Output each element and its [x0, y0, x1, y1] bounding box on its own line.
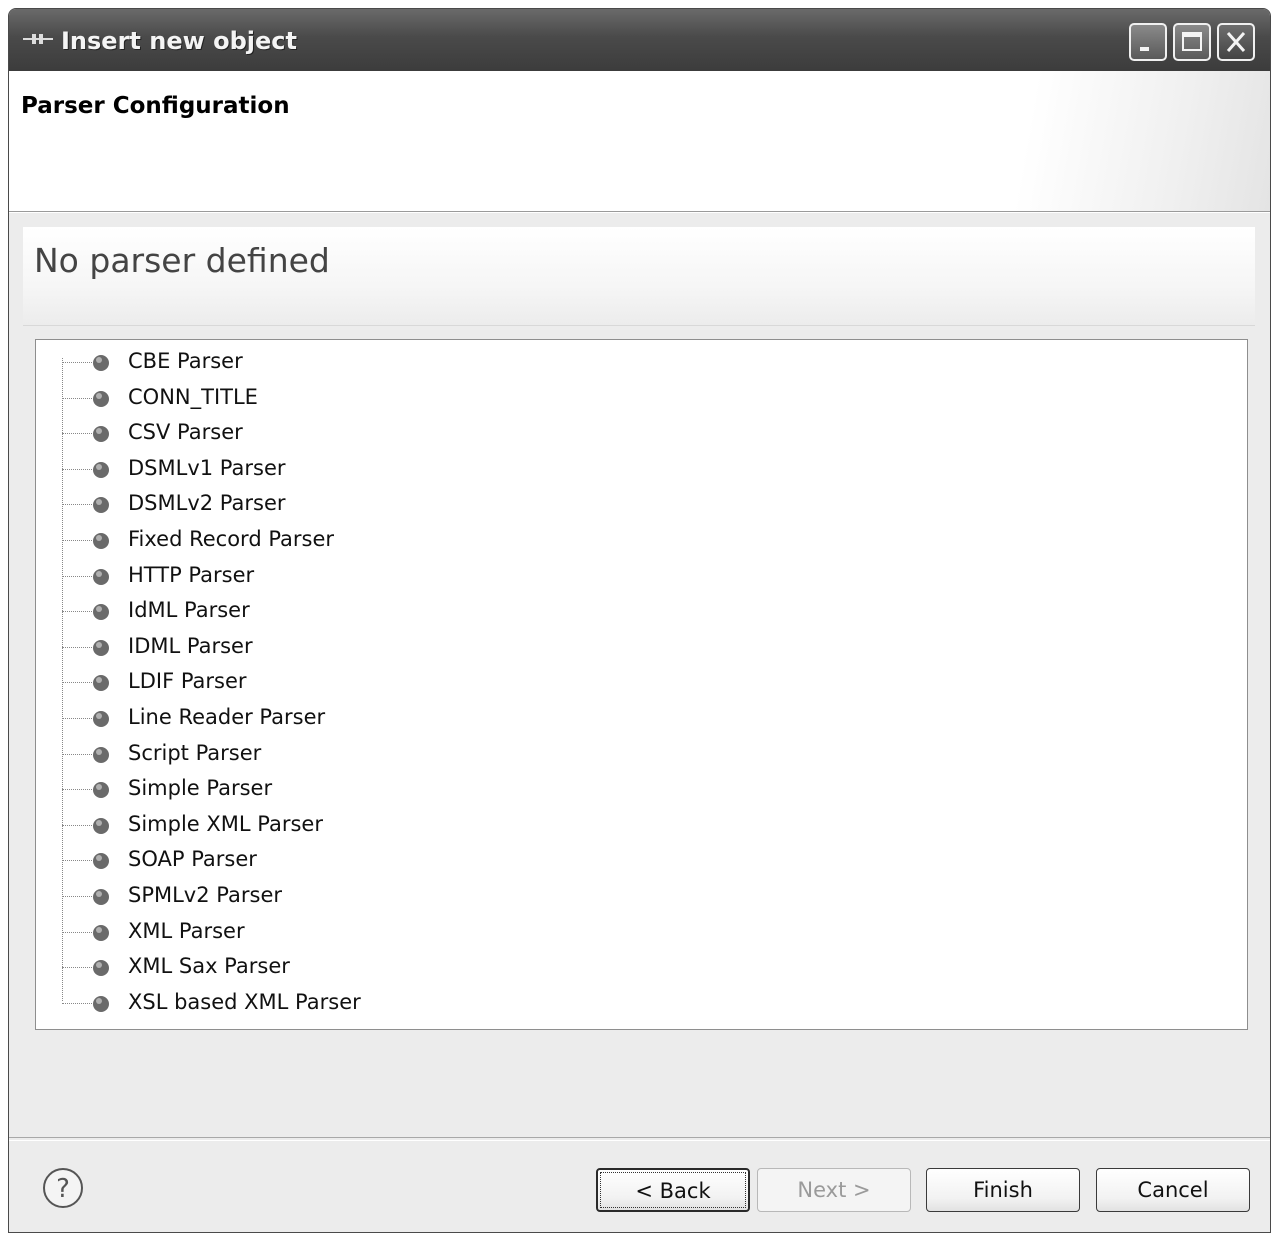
tree-item-label: Fixed Record Parser: [128, 527, 335, 551]
tree-item-xml-parser[interactable]: XML Parser: [36, 915, 636, 949]
close-icon: [1226, 32, 1246, 52]
component-bullet-icon: [93, 497, 109, 514]
parser-tree[interactable]: CBE Parser CONN_TITLE CSV Parser DSMLv1 …: [35, 339, 1248, 1030]
component-bullet-icon: [93, 461, 109, 478]
tree-branch: [62, 931, 92, 933]
tree-item-idml-upper-parser[interactable]: IDML Parser: [36, 630, 636, 664]
tree-item-xml-sax-parser[interactable]: XML Sax Parser: [36, 950, 636, 984]
tree-item-dsmlv2-parser[interactable]: DSMLv2 Parser: [36, 487, 636, 521]
component-bullet-icon: [93, 782, 109, 799]
tree-branch: [62, 860, 92, 862]
tree-item-simple-xml-parser[interactable]: Simple XML Parser: [36, 808, 636, 842]
tree-item-simple-parser[interactable]: Simple Parser: [36, 772, 636, 806]
tree-branch: [62, 362, 92, 363]
tree-branch: [62, 824, 92, 826]
tree-branch: [62, 611, 92, 613]
component-bullet-icon: [93, 746, 109, 763]
next-button[interactable]: Next >: [757, 1168, 911, 1212]
component-bullet-icon: [93, 675, 109, 692]
form-heading: No parser defined: [23, 227, 1255, 326]
tree-branch: [62, 504, 92, 506]
tree-item-xsl-based-xml-parser[interactable]: XSL based XML Parser: [36, 986, 636, 1020]
tree-item-label: LDIF Parser: [128, 669, 247, 694]
maximize-button[interactable]: [1173, 23, 1211, 61]
component-bullet-icon: [93, 604, 109, 621]
tree-item-label: XSL based XML Parser: [128, 989, 361, 1014]
tree-branch: [62, 575, 92, 577]
form-heading-text: No parser defined: [34, 241, 330, 280]
tree-item-label: IdML Parser: [128, 598, 250, 623]
component-bullet-icon: [93, 390, 109, 407]
tree-branch: [62, 397, 92, 399]
tree-item-label: Line Reader Parser: [128, 705, 326, 729]
component-bullet-icon: [93, 426, 109, 443]
tree-item-http-parser[interactable]: HTTP Parser: [36, 559, 636, 593]
tree-item-label: DSMLv1 Parser: [128, 455, 286, 480]
component-bullet-icon: [93, 889, 109, 905]
tree-item-script-parser[interactable]: Script Parser: [36, 737, 636, 771]
tree-item-label: Script Parser: [128, 740, 262, 765]
tree-branch: [62, 682, 92, 684]
cancel-button[interactable]: Cancel: [1096, 1168, 1250, 1212]
maximize-icon: [1182, 32, 1202, 51]
title-bar[interactable]: Insert new object: [9, 9, 1270, 71]
tree-item-fixed-record-parser[interactable]: Fixed Record Parser: [36, 523, 636, 557]
wizard-header: Parser Configuration: [9, 71, 1270, 212]
tree-branch: [62, 718, 92, 719]
component-bullet-icon: [93, 853, 109, 870]
tree-item-spmlv2-parser[interactable]: SPMLv2 Parser: [36, 879, 636, 913]
tree-item-conn-title[interactable]: CONN_TITLE: [36, 381, 636, 415]
tree-item-dsmlv1-parser[interactable]: DSMLv1 Parser: [36, 452, 636, 486]
minimize-button[interactable]: [1129, 23, 1167, 61]
back-button[interactable]: < Back: [596, 1168, 750, 1212]
header-divider: [9, 212, 1270, 213]
tree-item-line-reader-parser[interactable]: Line Reader Parser: [36, 701, 636, 735]
tree-item-label: XML Sax Parser: [128, 954, 290, 979]
tree-branch: [62, 753, 92, 755]
tree-item-ldif-parser[interactable]: LDIF Parser: [36, 665, 636, 699]
component-bullet-icon: [93, 568, 109, 585]
tree-branch: [62, 789, 92, 791]
component-bullet-icon: [93, 533, 109, 549]
wizard-page-title: Parser Configuration: [21, 93, 290, 119]
tree-item-label: CONN_TITLE: [128, 384, 258, 409]
tree-item-label: IDML Parser: [128, 633, 253, 658]
help-icon[interactable]: ?: [41, 1166, 85, 1210]
tree-item-label: SPMLv2 Parser: [128, 883, 282, 907]
insert-object-dialog: Insert new object Parser Configuration N…: [8, 8, 1271, 1233]
svg-text:?: ?: [56, 1174, 70, 1204]
tree-item-soap-parser[interactable]: SOAP Parser: [36, 843, 636, 877]
tree-branch: [62, 540, 92, 541]
tree-item-label: CBE Parser: [128, 349, 243, 373]
tree-branch: [62, 468, 92, 470]
tree-item-label: CSV Parser: [128, 420, 243, 445]
tree-item-label: XML Parser: [128, 918, 245, 943]
tree-item-label: Simple XML Parser: [128, 811, 323, 836]
tree-item-label: SOAP Parser: [128, 847, 257, 872]
tree-item-label: DSMLv2 Parser: [128, 491, 286, 516]
button-bar-divider: [9, 1137, 1270, 1141]
tree-branch: [62, 896, 92, 897]
window-title: Insert new object: [61, 27, 298, 55]
component-bullet-icon: [93, 960, 109, 977]
tree-item-label: Simple Parser: [128, 776, 273, 801]
finish-button[interactable]: Finish: [926, 1168, 1080, 1212]
close-button[interactable]: [1217, 23, 1255, 61]
tree-item-cbe-parser[interactable]: CBE Parser: [36, 345, 636, 379]
tree-branch: [62, 1002, 92, 1004]
tree-item-idml-parser[interactable]: IdML Parser: [36, 594, 636, 628]
tree-branch: [62, 646, 92, 648]
component-bullet-icon: [93, 995, 109, 1012]
tree-item-label: HTTP Parser: [128, 562, 255, 587]
component-bullet-icon: [93, 924, 109, 941]
component-bullet-icon: [93, 711, 109, 727]
component-bullet-icon: [93, 817, 109, 834]
plugin-icon: [23, 34, 53, 44]
tree-branch: [62, 967, 92, 969]
minimize-icon: [1140, 47, 1149, 51]
component-bullet-icon: [93, 355, 109, 371]
component-bullet-icon: [93, 639, 109, 656]
tree-branch: [62, 433, 92, 435]
tree-item-csv-parser[interactable]: CSV Parser: [36, 416, 636, 450]
